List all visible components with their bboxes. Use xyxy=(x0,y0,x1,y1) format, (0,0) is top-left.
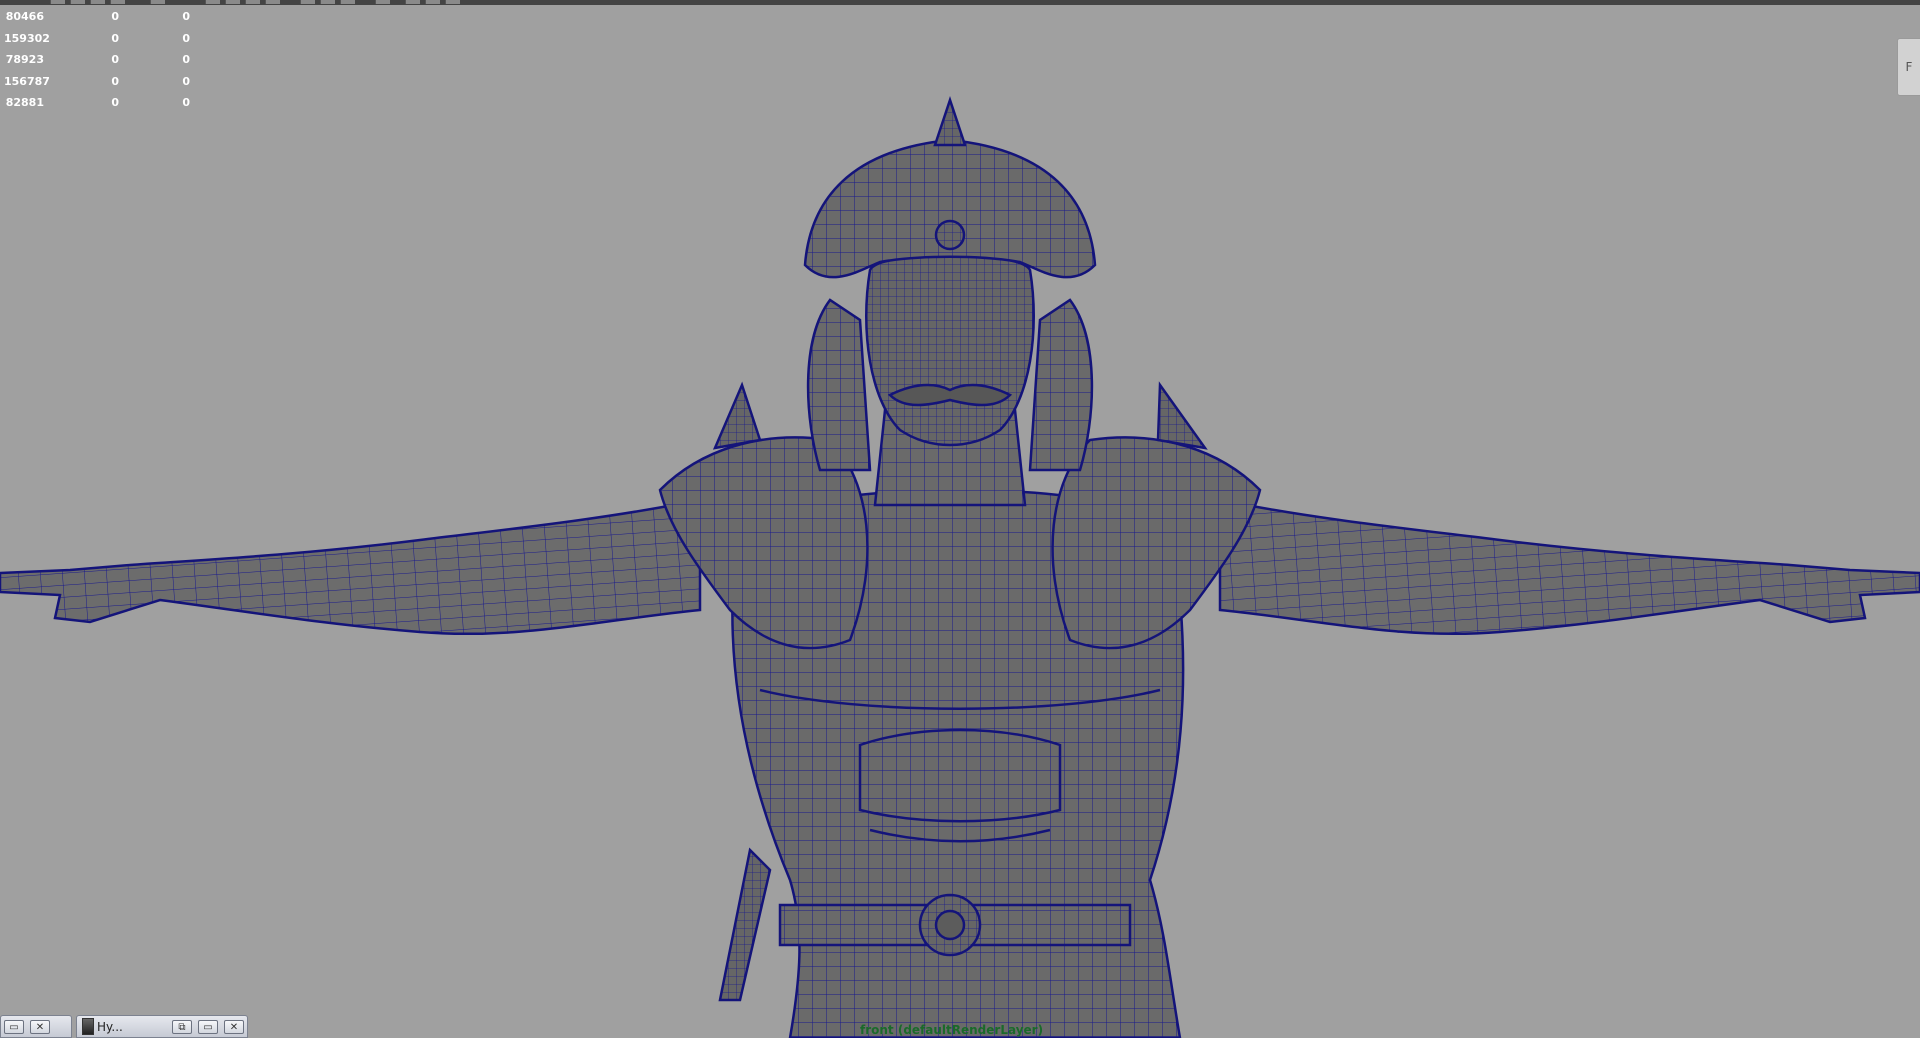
close-button[interactable]: ✕ xyxy=(224,1019,244,1034)
hud-value: 80466 xyxy=(5,10,44,23)
hud-value: 0 xyxy=(182,31,190,45)
hud-value: 0 xyxy=(182,96,190,109)
hud-value: 0 xyxy=(111,10,119,23)
window-icon xyxy=(82,1018,94,1035)
character-mesh[interactable] xyxy=(0,96,1920,1038)
restore-button[interactable]: ⧉ xyxy=(172,1019,192,1034)
poly-count-hud: 80466 0 0 159302 0 0 78923 0 0 156787 0 … xyxy=(4,6,190,114)
minimized-window-1[interactable]: ▭ ✕ xyxy=(0,1015,72,1038)
view-cube-icon[interactable]: F xyxy=(1897,38,1920,96)
3d-viewport[interactable] xyxy=(0,0,1920,1038)
hud-value: 0 xyxy=(111,31,119,45)
restore-button[interactable]: ▭ xyxy=(4,1019,24,1034)
hud-value: 0 xyxy=(111,74,119,88)
hud-value: 78923 xyxy=(5,53,44,66)
hud-value: 0 xyxy=(182,74,190,88)
hud-value: 159302 xyxy=(4,31,50,45)
maximize-button[interactable]: ▭ xyxy=(198,1019,218,1034)
close-button[interactable]: ✕ xyxy=(30,1019,50,1034)
view-cube-label: F xyxy=(1905,60,1913,74)
viewport-camera-label: front (defaultRenderLayer) xyxy=(860,1023,1044,1037)
hud-row: 159302 0 0 xyxy=(4,28,190,50)
hud-value: 0 xyxy=(111,53,119,66)
minimized-window-2[interactable]: Hy... ⧉ ▭ ✕ xyxy=(76,1015,248,1038)
hud-value: 0 xyxy=(111,96,119,109)
hud-row: 80466 0 0 xyxy=(4,6,190,28)
hud-row: 82881 0 0 xyxy=(4,92,190,114)
window-title: Hy... xyxy=(97,1019,123,1034)
hud-row: 78923 0 0 xyxy=(4,49,190,71)
hud-value: 82881 xyxy=(5,96,44,109)
hud-value: 156787 xyxy=(4,74,50,88)
hud-row: 156787 0 0 xyxy=(4,71,190,93)
hud-value: 0 xyxy=(182,53,190,66)
hud-value: 0 xyxy=(182,10,190,23)
